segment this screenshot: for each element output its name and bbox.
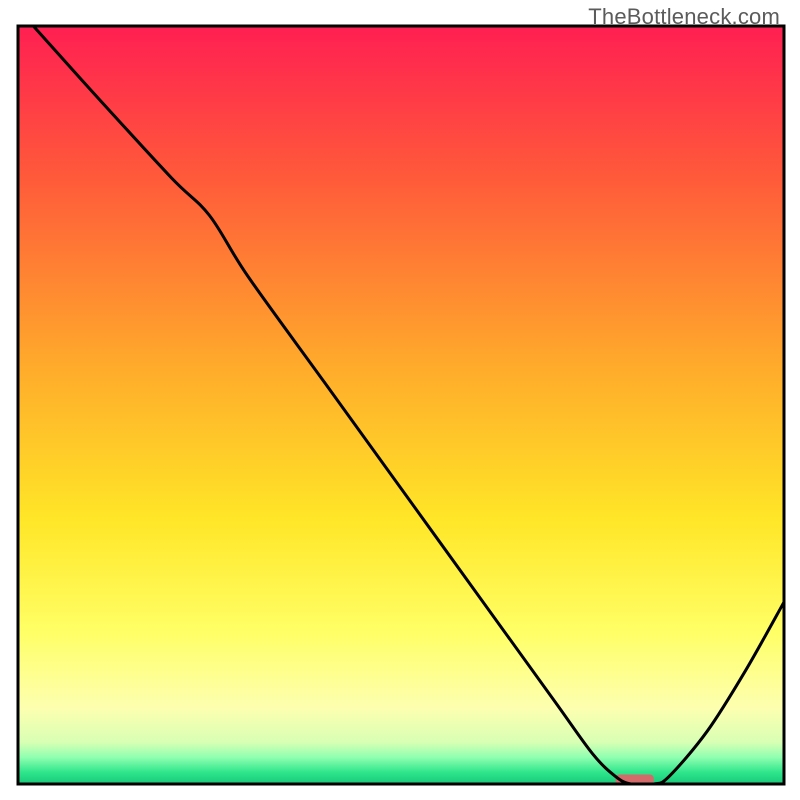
chart-svg <box>0 0 800 800</box>
watermark-text: TheBottleneck.com <box>588 4 780 30</box>
chart-container: TheBottleneck.com <box>0 0 800 800</box>
gradient-background <box>18 26 784 784</box>
